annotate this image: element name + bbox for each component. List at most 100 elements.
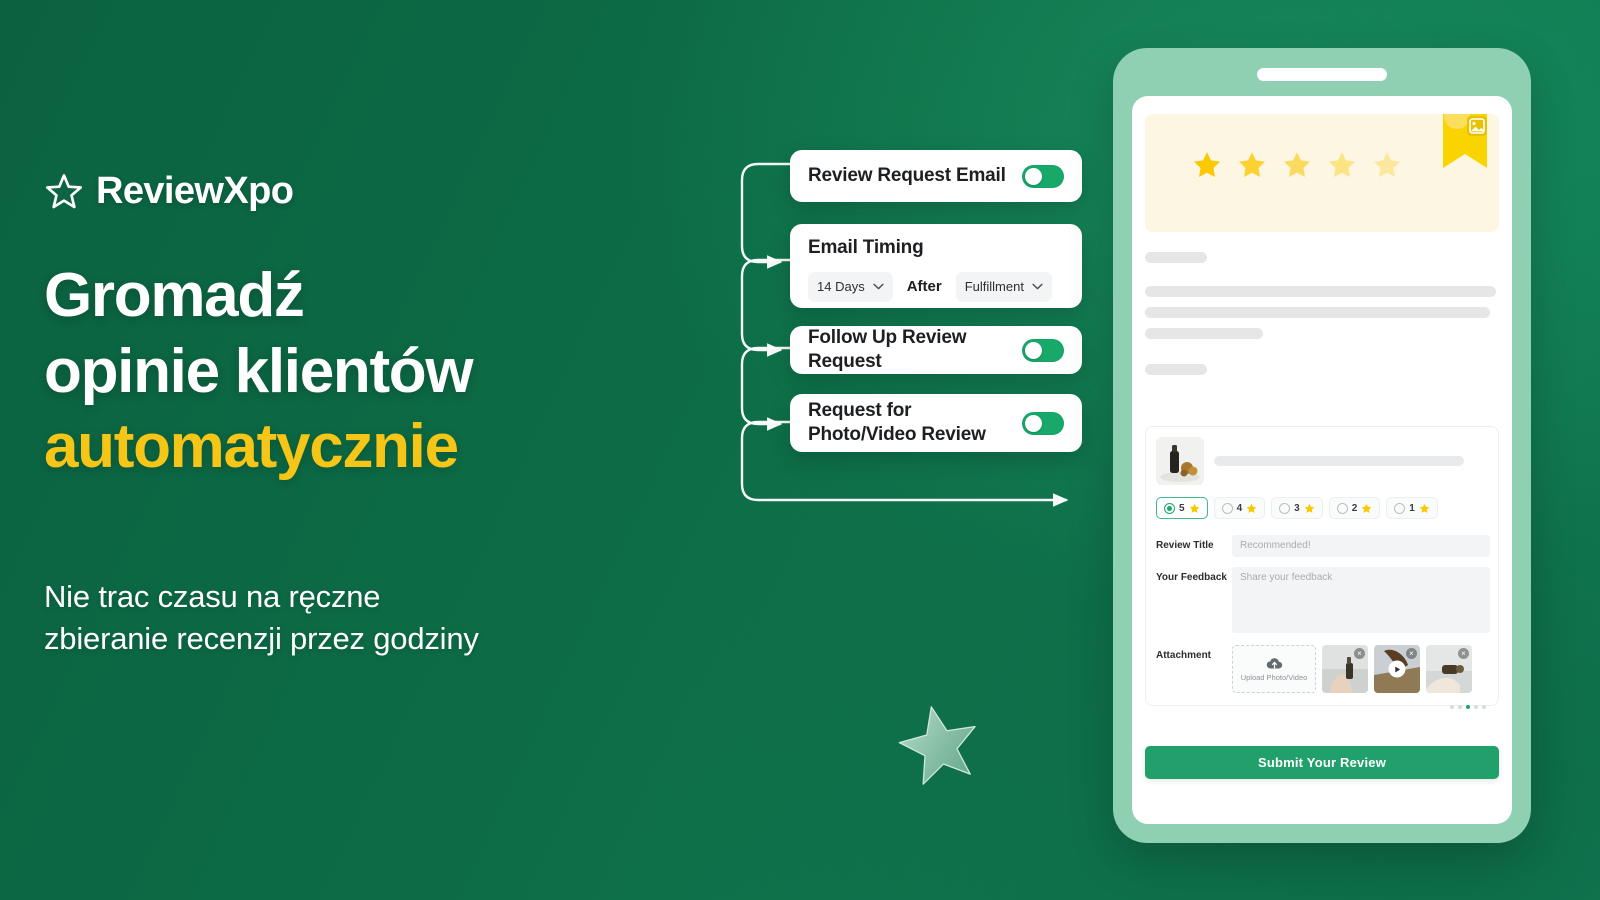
- feedback-label: Your Feedback: [1156, 572, 1227, 583]
- bookmark-ribbon-icon: [1443, 114, 1487, 168]
- page-title: Gromadź opinie klientów automatycznie: [44, 258, 664, 485]
- subheadline-line-1: Nie trac czasu na ręczne: [44, 579, 381, 614]
- radio-icon: [1221, 502, 1233, 514]
- attachment-thumbnail-photo[interactable]: ×: [1322, 645, 1368, 693]
- rating-selector: 5 4 3 2 1: [1156, 497, 1438, 519]
- card-title: Review Request Email: [808, 165, 1006, 187]
- star-filled-icon: [1304, 503, 1314, 513]
- headline-line-1: Gromadź: [44, 261, 305, 330]
- upload-dropzone[interactable]: Upload Photo/Video: [1232, 645, 1316, 693]
- chevron-down-icon: [1032, 283, 1043, 290]
- skeleton-line: [1145, 252, 1207, 263]
- toggle-review-request-email[interactable]: [1022, 164, 1064, 188]
- card-photo-video-review-request[interactable]: Request for Photo/Video Review: [790, 394, 1082, 452]
- subheadline-line-2: zbieranie recenzji przez godziny: [44, 620, 479, 656]
- automation-flow: Review Request Email Email Timing 14 Day…: [730, 130, 1090, 530]
- product-thumbnail: [1156, 437, 1204, 485]
- attachment-thumbnail-video[interactable]: ×: [1374, 645, 1420, 693]
- attachment-thumbnail-photo[interactable]: ×: [1426, 645, 1472, 693]
- star-filled-icon: [1194, 152, 1220, 177]
- star-filled-icon: [1374, 152, 1400, 177]
- submit-review-button[interactable]: Submit Your Review: [1145, 746, 1499, 779]
- remove-attachment-icon[interactable]: ×: [1354, 648, 1365, 659]
- feedback-textarea[interactable]: Share your feedback: [1232, 567, 1490, 633]
- skeleton-line: [1145, 364, 1207, 375]
- toggle-knob: [1025, 167, 1042, 185]
- remove-attachment-icon[interactable]: ×: [1458, 648, 1469, 659]
- rating-value: 5: [1179, 502, 1185, 514]
- star-decorative-icon: [896, 700, 982, 786]
- card-title: Request for Photo/Video Review: [808, 399, 986, 447]
- carousel-dot[interactable]: [1458, 705, 1462, 709]
- email-timing-controls: 14 Days After Fulfillment: [808, 271, 1064, 302]
- card-review-request-email[interactable]: Review Request Email: [790, 150, 1082, 202]
- star-filled-icon: [1361, 503, 1372, 513]
- radio-icon: [1164, 502, 1175, 514]
- cloud-upload-icon: [1266, 657, 1282, 668]
- review-title-label: Review Title: [1156, 540, 1214, 551]
- left-content-column: ReviewXpo Gromadź opinie klientów automa…: [44, 0, 684, 900]
- feedback-row: Your Feedback Share your feedback: [1156, 567, 1490, 633]
- star-filled-icon: [1246, 503, 1257, 513]
- review-title-row: Review Title Recommended!: [1156, 535, 1490, 557]
- toggle-knob: [1025, 414, 1042, 432]
- star-filled-icon: [1419, 503, 1430, 513]
- trigger-value: Fulfillment: [964, 279, 1024, 295]
- skeleton-line: [1145, 286, 1496, 297]
- toggle-knob: [1025, 341, 1042, 359]
- phone-screen: 5 4 3 2 1 Review Title Recommended! Your…: [1132, 96, 1512, 824]
- timing-connector-word: After: [906, 278, 942, 296]
- card-follow-up-review-request[interactable]: Follow Up Review Request: [790, 326, 1082, 374]
- rating-value: 4: [1236, 502, 1243, 514]
- star-outline-icon: [44, 172, 84, 212]
- rating-option-3[interactable]: 3: [1271, 497, 1323, 519]
- rating-option-4[interactable]: 4: [1213, 497, 1266, 519]
- phone-speaker: [1257, 68, 1387, 81]
- delay-dropdown[interactable]: 14 Days: [808, 271, 893, 302]
- rating-option-2[interactable]: 2: [1328, 497, 1381, 519]
- carousel-dot-active[interactable]: [1466, 705, 1470, 709]
- card-email-timing[interactable]: Email Timing 14 Days After Fulfillment: [790, 224, 1082, 308]
- product-summary-row: [1156, 437, 1464, 485]
- brand-lockup: ReviewXpo: [44, 170, 294, 213]
- phone-mockup: 5 4 3 2 1 Review Title Recommended! Your…: [1113, 48, 1531, 843]
- headline-line-2: opinie klientów: [44, 336, 474, 406]
- review-title-input[interactable]: Recommended!: [1232, 535, 1490, 557]
- star-filled-icon: [1329, 152, 1355, 177]
- card-title-line-1: Request for: [808, 400, 912, 422]
- review-form-panel: 5 4 3 2 1 Review Title Recommended! Your…: [1145, 426, 1499, 709]
- star-filled-icon: [1189, 503, 1199, 513]
- skeleton-line: [1145, 307, 1490, 318]
- radio-icon: [1279, 502, 1291, 514]
- chevron-down-icon: [873, 283, 884, 290]
- trigger-dropdown[interactable]: Fulfillment: [955, 271, 1052, 302]
- attachment-row: Attachment Upload Photo/Video × × ×: [1156, 645, 1472, 693]
- play-icon[interactable]: [1388, 660, 1406, 678]
- toggle-follow-up-review-request[interactable]: [1022, 338, 1064, 362]
- star-filled-icon: [1239, 152, 1265, 177]
- review-hero-banner: [1145, 114, 1499, 232]
- rating-value: 2: [1351, 502, 1358, 514]
- hero-star-rating: [1192, 150, 1402, 180]
- rating-option-1[interactable]: 1: [1386, 497, 1438, 519]
- promo-banner-canvas: ReviewXpo Gromadź opinie klientów automa…: [0, 0, 1600, 900]
- carousel-dot[interactable]: [1450, 705, 1454, 709]
- rating-option-5[interactable]: 5: [1156, 497, 1208, 519]
- card-title: Follow Up Review Request: [808, 327, 967, 372]
- toggle-photo-video-review-request[interactable]: [1022, 411, 1064, 435]
- attachment-strip: Upload Photo/Video × × ×: [1232, 645, 1472, 693]
- attachment-carousel-dots[interactable]: [1450, 705, 1486, 709]
- remove-attachment-icon[interactable]: ×: [1406, 648, 1417, 659]
- skeleton-line: [1214, 456, 1464, 466]
- headline-line-3-accent: automatycznie: [44, 412, 459, 482]
- rating-value: 3: [1294, 502, 1300, 514]
- carousel-dot[interactable]: [1482, 705, 1486, 709]
- card-title-line-2: Photo/Video Review: [808, 424, 986, 445]
- card-title: Email Timing: [808, 237, 924, 258]
- subheadline: Nie trac czasu na ręczne zbieranie recen…: [44, 576, 664, 660]
- upload-label: Upload Photo/Video: [1240, 672, 1308, 682]
- carousel-dot[interactable]: [1474, 705, 1478, 709]
- delay-value: 14 Days: [817, 279, 865, 295]
- brand-name: ReviewXpo: [96, 170, 294, 212]
- rating-value: 1: [1409, 502, 1415, 514]
